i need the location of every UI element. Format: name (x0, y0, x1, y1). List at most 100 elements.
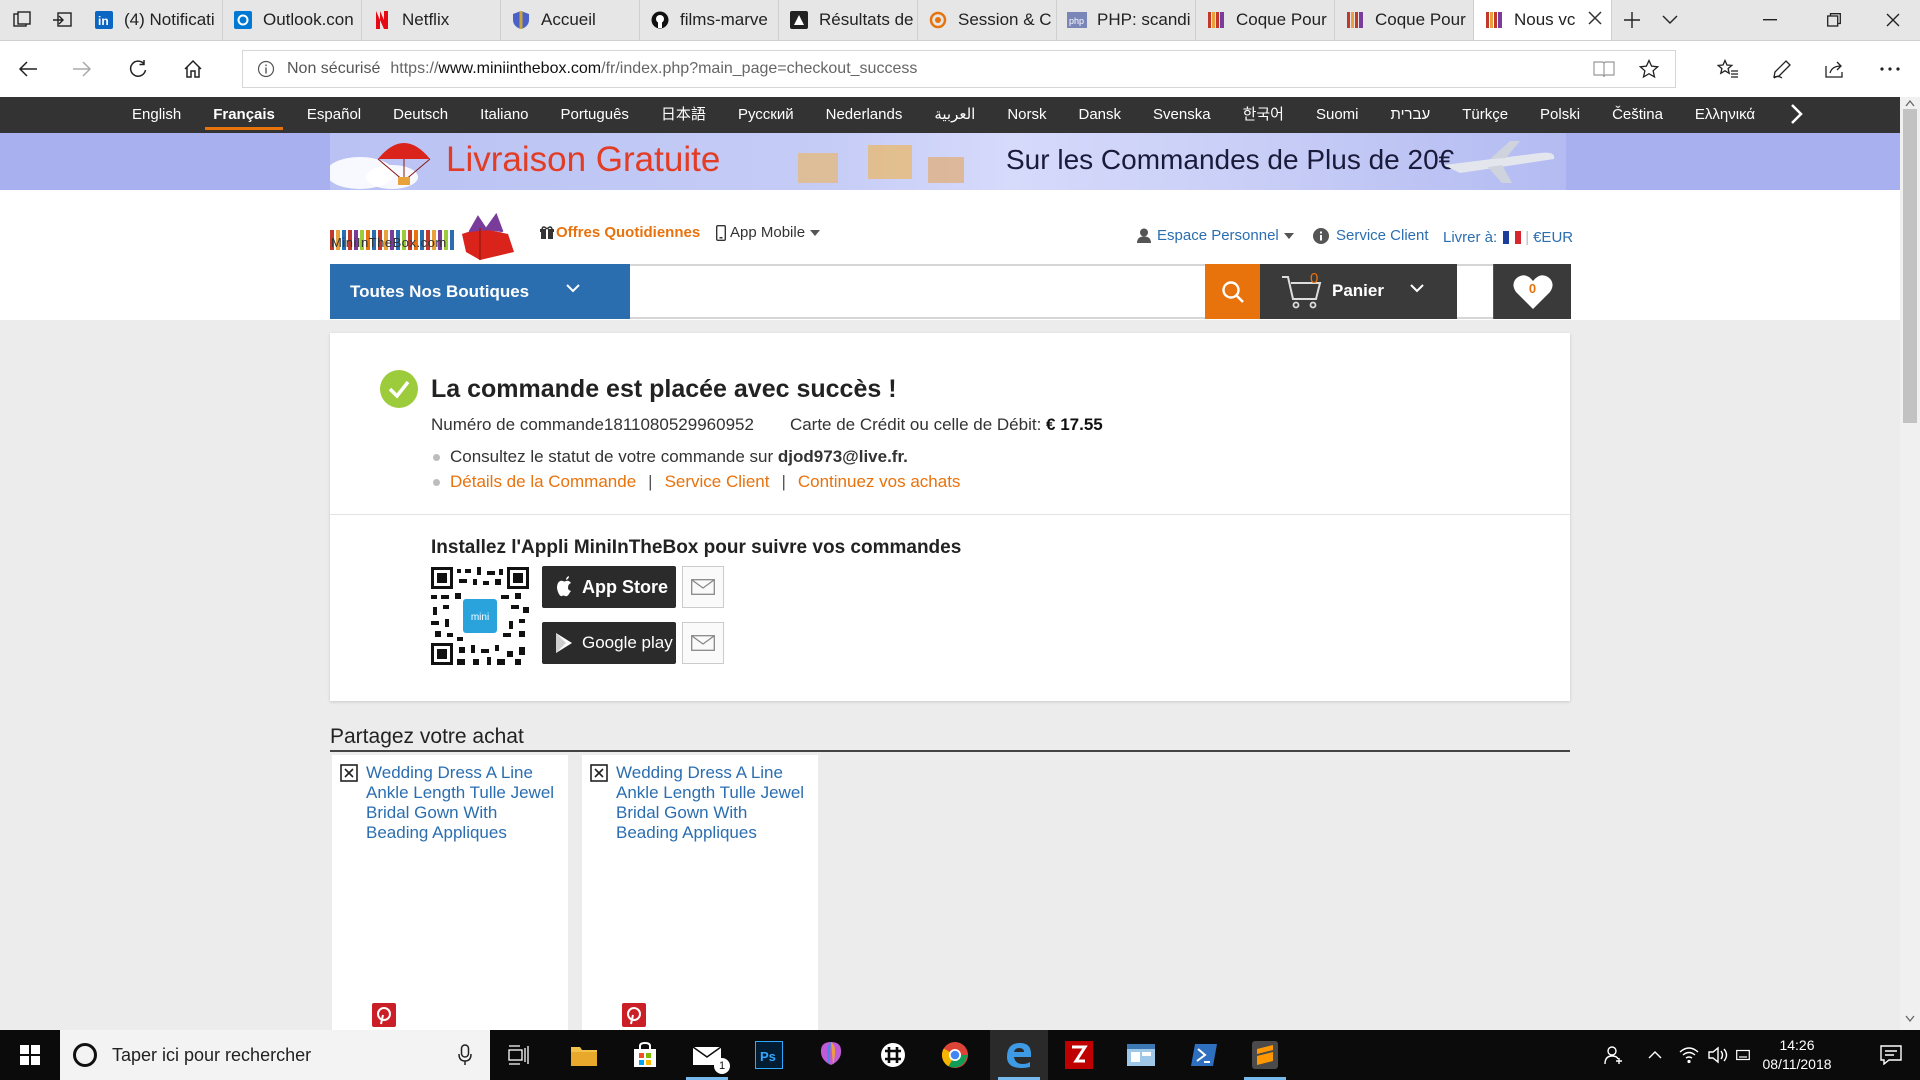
language-option[interactable]: Dansk (1063, 97, 1138, 133)
powershell-button[interactable] (1175, 1030, 1233, 1080)
tab-coque-1[interactable]: Coque Pour (1196, 0, 1335, 40)
language-option[interactable]: العربية (918, 97, 991, 133)
sublime-text-button[interactable] (1236, 1030, 1294, 1080)
email-app-link-button[interactable] (682, 622, 724, 664)
customer-service-link[interactable]: Service Client (665, 472, 770, 492)
language-option[interactable]: Norsk (991, 97, 1062, 133)
tab-coque-2[interactable]: Coque Pour (1335, 0, 1474, 40)
language-option[interactable]: Svenska (1137, 97, 1227, 133)
tab-resultats[interactable]: Résultats de (779, 0, 918, 40)
store-button[interactable] (616, 1030, 674, 1080)
refresh-icon[interactable] (118, 49, 158, 89)
file-explorer-button[interactable] (555, 1030, 613, 1080)
promo-banner[interactable]: Livraison Gratuite Sur les Commandes de … (0, 133, 1900, 190)
language-option[interactable]: Deutsch (377, 97, 464, 133)
people-button[interactable] (1596, 1030, 1632, 1080)
scroll-up-arrow-icon[interactable] (1905, 99, 1915, 107)
paint-3d-button[interactable] (802, 1030, 860, 1080)
share-icon[interactable] (1816, 49, 1856, 89)
favorites-hub-icon[interactable] (1708, 49, 1748, 89)
language-option[interactable]: עברית (1375, 97, 1447, 133)
cart-button[interactable]: 0 Panier (1260, 264, 1457, 319)
edge-button[interactable] (990, 1030, 1048, 1080)
tab-php[interactable]: php PHP: scandi (1057, 0, 1196, 40)
control-panel-button[interactable] (1112, 1030, 1170, 1080)
restore-icon[interactable] (1802, 0, 1866, 40)
reading-view-icon[interactable] (1593, 60, 1615, 78)
slack-button[interactable] (864, 1030, 922, 1080)
account-menu[interactable]: Espace Personnel (1137, 227, 1294, 244)
language-option[interactable]: Čeština (1596, 97, 1679, 133)
language-option[interactable]: Ελληνικά (1679, 97, 1771, 133)
language-option[interactable]: Suomi (1300, 97, 1375, 133)
close-window-icon[interactable] (1866, 0, 1920, 40)
language-option[interactable]: Türkçe (1446, 97, 1524, 133)
scrollbar-thumb[interactable] (1903, 109, 1917, 423)
show-hidden-icons-button[interactable] (1640, 1030, 1670, 1080)
tab-netflix[interactable]: Netflix (362, 0, 501, 40)
keyboard-button[interactable] (1734, 1030, 1752, 1080)
all-shops-menu[interactable]: Toutes Nos Boutiques (330, 264, 630, 319)
continue-shopping-link[interactable]: Continuez vos achats (798, 472, 961, 492)
app-mobile-menu[interactable]: App Mobile (716, 224, 821, 241)
web-notes-pen-icon[interactable] (1762, 49, 1802, 89)
task-view-button[interactable] (490, 1030, 548, 1080)
customer-service-link[interactable]: Service Client (1313, 227, 1429, 244)
start-button[interactable] (0, 1030, 60, 1080)
language-option[interactable]: Português (545, 97, 645, 133)
language-option[interactable]: 日本語 (645, 97, 722, 133)
mail-app-button[interactable]: 1 (678, 1030, 736, 1080)
back-arrow-icon[interactable] (8, 49, 48, 89)
search-button[interactable] (1205, 264, 1260, 319)
page-scrollbar[interactable] (1900, 97, 1920, 1030)
info-icon[interactable] (257, 60, 275, 78)
language-option[interactable]: 한국어 (1227, 97, 1300, 133)
order-details-link[interactable]: Détails de la Commande (450, 472, 636, 492)
product-title-link[interactable]: Wedding Dress A Line Ankle Length Tulle … (616, 763, 812, 843)
tab-list-chevron-icon[interactable] (1652, 0, 1688, 40)
more-options-icon[interactable] (1870, 49, 1910, 89)
tab-preview-icon[interactable] (2, 0, 42, 40)
scroll-down-arrow-icon[interactable] (1905, 1015, 1915, 1023)
pinterest-icon[interactable] (372, 1003, 396, 1027)
tab-linkedin[interactable]: in (4) Notificati (84, 0, 223, 40)
chevron-right-icon[interactable] (1790, 103, 1804, 125)
email-app-link-button[interactable] (682, 566, 724, 608)
app-store-button[interactable]: App Store (542, 566, 676, 608)
forward-arrow-icon[interactable] (62, 49, 102, 89)
pinterest-icon[interactable] (622, 1003, 646, 1027)
close-tab-icon[interactable] (1587, 10, 1603, 26)
set-aside-tabs-icon[interactable] (42, 0, 82, 40)
tab-accueil[interactable]: Accueil (501, 0, 640, 40)
taskbar-search-box[interactable]: Taper ici pour rechercher (60, 1030, 490, 1080)
url-field[interactable]: Non sécurisé https://www.miniinthebox.co… (242, 50, 1676, 88)
product-title-link[interactable]: Wedding Dress A Line Ankle Length Tulle … (366, 763, 562, 843)
tab-github[interactable]: films-marve (640, 0, 779, 40)
wishlist-button[interactable]: 0 (1493, 264, 1571, 319)
microphone-icon[interactable] (458, 1044, 472, 1066)
ship-to-selector[interactable]: Livrer à: | €EUR (1443, 229, 1573, 246)
product-card[interactable]: Wedding Dress A Line Ankle Length Tulle … (332, 755, 568, 1055)
photoshop-button[interactable]: Ps (740, 1030, 798, 1080)
language-option[interactable]: Français (197, 97, 291, 133)
language-option[interactable]: English (116, 97, 197, 133)
new-tab-icon[interactable] (1612, 0, 1652, 40)
language-option[interactable]: Español (291, 97, 377, 133)
home-icon[interactable] (173, 49, 213, 89)
tab-session[interactable]: Session & C (918, 0, 1057, 40)
language-option[interactable]: Italiano (464, 97, 544, 133)
tab-active-nous[interactable]: Nous vc (1474, 0, 1612, 40)
tab-outlook[interactable]: Outlook.con (223, 0, 362, 40)
language-option[interactable]: Русский (722, 97, 810, 133)
volume-button[interactable] (1704, 1030, 1734, 1080)
filezilla-button[interactable] (1050, 1030, 1108, 1080)
minimize-icon[interactable] (1738, 0, 1802, 40)
language-option[interactable]: Nederlands (810, 97, 919, 133)
google-play-button[interactable]: Google play (542, 622, 676, 664)
product-card[interactable]: Wedding Dress A Line Ankle Length Tulle … (582, 755, 818, 1055)
language-option[interactable]: Polski (1524, 97, 1596, 133)
favorite-star-icon[interactable] (1639, 59, 1659, 79)
network-button[interactable] (1674, 1030, 1704, 1080)
taskbar-clock[interactable]: 14:26 08/11/2018 (1752, 1036, 1842, 1074)
daily-deals-link[interactable]: Offres Quotidiennes (540, 224, 700, 241)
